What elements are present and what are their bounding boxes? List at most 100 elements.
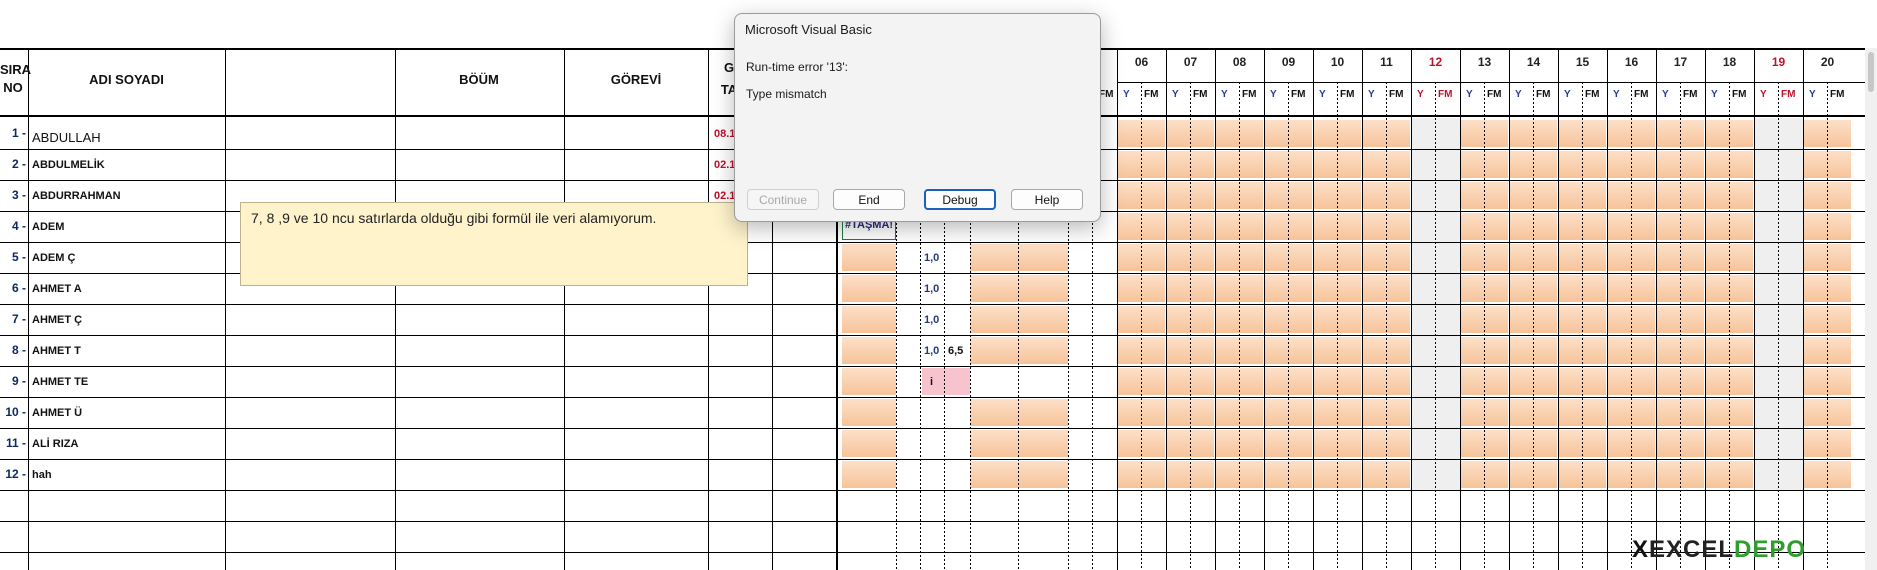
header-fm-partial: FM <box>1099 89 1114 100</box>
vertical-scrollbar[interactable] <box>1865 48 1877 570</box>
logo-x: X <box>1632 536 1650 563</box>
row-number: 8 - <box>11 343 26 357</box>
debug-button[interactable]: Debug <box>924 189 996 210</box>
date-cell[interactable]: 02.1 <box>714 159 735 171</box>
date-cell[interactable]: 08.1 <box>714 128 735 140</box>
name-cell[interactable]: AHMET Ç <box>32 314 82 326</box>
shaded-cell[interactable] <box>970 430 1068 457</box>
fm-header: FM <box>1585 89 1600 100</box>
grid-line <box>1460 48 1461 570</box>
row-number: 1 - <box>11 126 26 140</box>
scrollbar-thumb[interactable] <box>1868 52 1874 92</box>
shaded-cell[interactable] <box>970 337 1068 364</box>
date-cell[interactable]: 02.1 <box>714 190 735 202</box>
day-header-19: 19 <box>1771 55 1786 69</box>
shaded-cell[interactable] <box>970 244 1068 271</box>
day-header-14: 14 <box>1526 55 1541 69</box>
grid-line <box>0 397 1865 398</box>
grid-line <box>1558 48 1559 570</box>
shaded-cell[interactable] <box>842 399 896 426</box>
shaded-cell[interactable] <box>842 430 896 457</box>
name-cell[interactable]: hah <box>32 469 52 481</box>
grid-line <box>1117 82 1865 83</box>
row-number: 5 - <box>11 250 26 264</box>
value-cell[interactable]: 1,0 <box>924 345 939 357</box>
cell-comment[interactable]: 7, 8 ,9 ve 10 ncu satırlarda olduğu gibi… <box>240 202 748 286</box>
day-header-16: 16 <box>1624 55 1639 69</box>
day-header-12: 12 <box>1428 55 1443 69</box>
grid-line <box>0 552 1865 553</box>
name-cell[interactable]: ALİ RIZA <box>32 438 78 450</box>
row-number: 2 - <box>11 157 26 171</box>
day-header-10: 10 <box>1330 55 1345 69</box>
grid-line <box>564 48 565 570</box>
grid-line <box>1166 48 1167 570</box>
shaded-cell[interactable] <box>842 461 896 488</box>
help-button[interactable]: Help <box>1011 189 1083 210</box>
y-header: Y <box>1662 89 1669 100</box>
day-header-20: 20 <box>1820 55 1835 69</box>
name-cell[interactable]: ABDURRAHMAN <box>32 190 121 202</box>
name-cell[interactable]: ABDULMELİK <box>32 159 105 171</box>
y-header: Y <box>1711 89 1718 100</box>
grid-line <box>708 48 709 570</box>
grid-line <box>1705 48 1706 570</box>
dotted-grid-line <box>1729 82 1730 570</box>
y-header: Y <box>1466 89 1473 100</box>
dialog-error-code: Run-time error '13': <box>746 60 848 74</box>
grid-line <box>0 521 1865 522</box>
value-cell[interactable]: 1,0 <box>924 283 939 295</box>
row-number: 9 - <box>11 374 26 388</box>
value-cell[interactable]: 1,0 <box>924 252 939 264</box>
shaded-cell[interactable] <box>842 244 896 271</box>
row-number: 4 - <box>11 219 26 233</box>
shaded-cell[interactable] <box>970 275 1068 302</box>
header-bolum: BÖÜM <box>459 72 499 87</box>
y-header: Y <box>1809 89 1816 100</box>
fm-header: FM <box>1487 89 1502 100</box>
fm-header: FM <box>1340 89 1355 100</box>
y-header: Y <box>1270 89 1277 100</box>
name-cell[interactable]: AHMET A <box>32 283 82 295</box>
shaded-cell[interactable] <box>842 368 896 395</box>
grid-line <box>1411 48 1412 570</box>
end-button[interactable]: End <box>833 189 905 210</box>
shaded-cell[interactable] <box>842 306 896 333</box>
name-cell[interactable]: AHMET Ü <box>32 407 82 419</box>
day-header-11: 11 <box>1380 55 1393 69</box>
dialog-error-message: Type mismatch <box>746 87 827 101</box>
dotted-grid-line <box>1435 82 1436 570</box>
grid-line <box>0 459 1865 460</box>
grid-line <box>28 48 29 570</box>
value-cell[interactable]: 6,5 <box>948 345 963 357</box>
vba-error-dialog: Microsoft Visual Basic Run-time error '1… <box>734 13 1101 222</box>
row-number: 7 - <box>11 312 26 326</box>
name-cell[interactable]: ABDULLAH <box>32 130 101 145</box>
continue-button[interactable]: Continue <box>747 189 819 210</box>
fm-header: FM <box>1144 89 1159 100</box>
value-cell[interactable]: 1,0 <box>924 314 939 326</box>
grid-line <box>1803 48 1804 570</box>
shaded-cell[interactable] <box>970 306 1068 333</box>
name-cell[interactable]: AHMET T <box>32 345 81 357</box>
dotted-grid-line <box>1288 82 1289 570</box>
value-cell[interactable]: i <box>930 376 933 388</box>
grid-line <box>395 48 396 570</box>
shaded-cell[interactable] <box>970 399 1068 426</box>
name-cell[interactable]: ADEM Ç <box>32 252 75 264</box>
shaded-cell[interactable] <box>970 461 1068 488</box>
day-header-15: 15 <box>1575 55 1590 69</box>
grid-line <box>0 366 1865 367</box>
grid-line <box>0 335 1865 336</box>
shaded-cell[interactable] <box>842 275 896 302</box>
fm-header: FM <box>1634 89 1649 100</box>
name-cell[interactable]: AHMET TE <box>32 376 88 388</box>
header-sira-line1: SIRA <box>0 62 32 77</box>
spreadsheet[interactable]: 06 Y FM 07 Y FM 08 Y FM 09 Y FM 10 Y FM 11 Y FM 12 Y FM 13 Y FM… <box>0 0 1877 570</box>
header-sira-line2: NO <box>3 80 23 95</box>
shaded-cell[interactable] <box>842 337 896 364</box>
day-header-09: 09 <box>1281 55 1296 69</box>
fm-header: FM <box>1193 89 1208 100</box>
name-cell[interactable]: ADEM <box>32 221 64 233</box>
dotted-grid-line <box>1239 82 1240 570</box>
